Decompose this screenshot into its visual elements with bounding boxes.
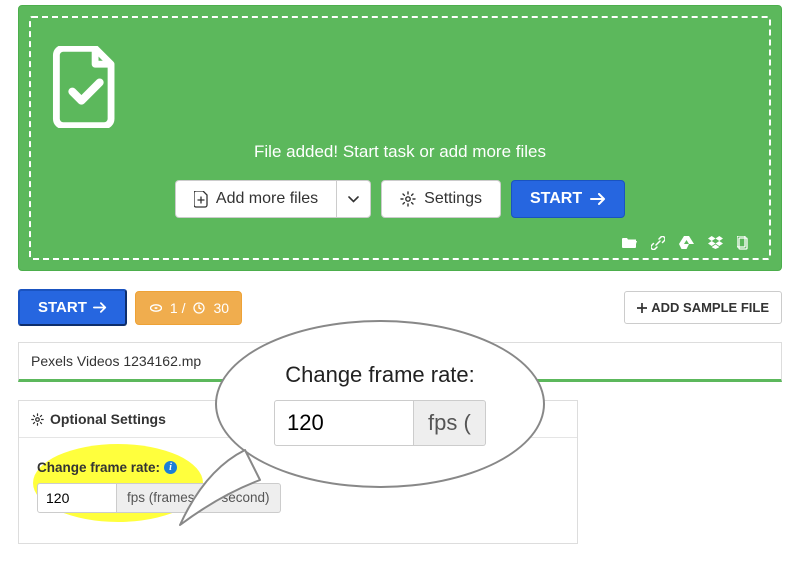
gear-icon [31, 413, 44, 426]
upload-hero: File added! Start task or add more files… [18, 5, 782, 271]
arrow-right-icon [93, 302, 107, 313]
google-drive-icon[interactable] [679, 236, 694, 250]
start-button[interactable]: START [18, 289, 127, 326]
add-more-button-group: Add more files [175, 180, 371, 218]
settings-label: Settings [424, 190, 482, 208]
queue-size: 30 [213, 300, 229, 316]
disc-icon [150, 302, 162, 314]
callout-title: Change frame rate: [285, 362, 475, 388]
add-file-icon [194, 191, 208, 208]
start-label: START [38, 299, 87, 316]
settings-button[interactable]: Settings [381, 180, 501, 218]
frame-rate-input[interactable] [37, 483, 117, 513]
file-check-icon [51, 46, 749, 128]
hero-button-row: Add more files Settings START [175, 180, 625, 218]
start-label: START [530, 190, 582, 208]
add-more-files-button[interactable]: Add more files [175, 180, 336, 218]
add-sample-file-button[interactable]: ADD SAMPLE FILE [624, 291, 782, 324]
clipboard-icon[interactable] [737, 236, 749, 250]
add-more-files-label: Add more files [216, 190, 318, 208]
dropbox-icon[interactable] [708, 236, 723, 250]
zoom-callout: Change frame rate: fps ( [215, 320, 545, 488]
clock-icon [193, 302, 205, 314]
plus-icon [637, 303, 647, 313]
add-sample-label: ADD SAMPLE FILE [651, 300, 769, 315]
folder-open-icon[interactable] [622, 236, 637, 250]
link-icon[interactable] [651, 236, 665, 250]
queue-count: 1 / [170, 300, 186, 316]
callout-unit: fps ( [414, 400, 486, 446]
file-name: Pexels Videos 1234162.mp [31, 353, 201, 369]
callout-frame-rate-input[interactable] [274, 400, 414, 446]
upload-dropzone[interactable]: File added! Start task or add more files… [29, 16, 771, 260]
chevron-down-icon [348, 196, 359, 203]
gear-icon [400, 191, 416, 207]
start-button-hero[interactable]: START [511, 180, 625, 218]
optional-settings-title: Optional Settings [50, 411, 166, 427]
add-more-dropdown-toggle[interactable] [336, 180, 371, 218]
arrow-right-icon [590, 193, 606, 205]
hero-source-icons [51, 236, 749, 250]
callout-tail [175, 440, 265, 530]
hero-message: File added! Start task or add more files [51, 142, 749, 162]
